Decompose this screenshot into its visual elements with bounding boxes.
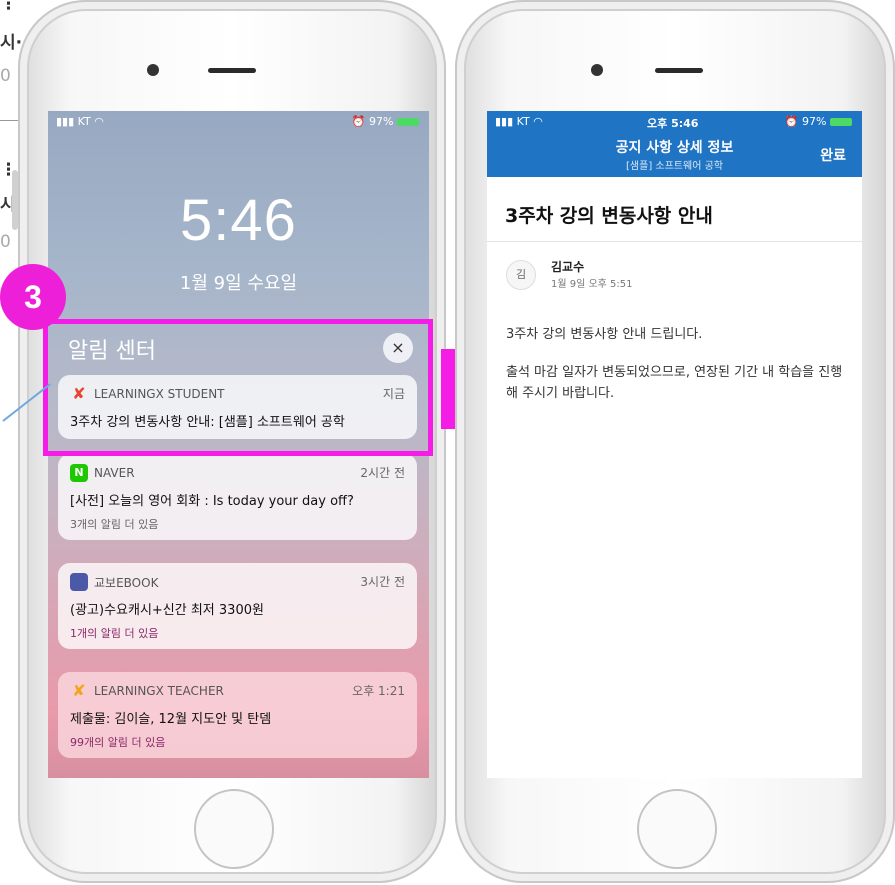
status-battery: ⏰ 97%	[352, 115, 419, 128]
header-title: 공지 사항 상세 정보	[615, 140, 734, 156]
lock-date: 1월 9일 수요일	[179, 273, 298, 294]
speaker-grille	[655, 68, 703, 73]
notification-app: N NAVER	[70, 464, 135, 482]
status-carrier: ▮▮▮ KT ◠	[495, 115, 543, 128]
status-battery: ⏰ 97%	[785, 115, 852, 128]
highlight-box	[43, 319, 433, 456]
avatar: 김	[506, 260, 536, 290]
author-name: 김교수	[551, 260, 585, 274]
notification-more: 1개의 알림 더 있음	[70, 627, 159, 640]
volume-button	[12, 170, 18, 230]
notice-detail-screen: ▮▮▮ KT ◠ 오후 5:46 ⏰ 97% 공지 사항 상세 정보 [샘플] …	[487, 111, 862, 778]
notice-body-line2: 출석 마감 일자가 변동되었으므로, 연장된 기간 내 학습을 진행해 주시기 …	[506, 365, 843, 401]
wifi-icon: ◠	[533, 115, 543, 128]
step-badge: 3	[0, 264, 66, 330]
battery-icon	[830, 118, 852, 126]
signal-icon: ▮▮▮	[495, 115, 514, 128]
notice-body-line1: 3주차 강의 변동사항 안내 드립니다.	[506, 327, 703, 342]
status-time: 오후 5:46	[647, 117, 699, 130]
home-button[interactable]	[194, 789, 274, 869]
notification-more: 99개의 알림 더 있음	[70, 736, 166, 749]
camera-icon	[591, 64, 603, 76]
notification-time: 오후 1:21	[352, 684, 405, 698]
alarm-icon: ⏰	[351, 115, 366, 128]
signal-icon: ▮▮▮	[56, 115, 75, 128]
naver-icon: N	[70, 464, 88, 482]
notification-message: (광고)수요캐시+신간 최저 3300원	[70, 603, 264, 618]
notification-more: 3개의 알림 더 있음	[70, 518, 159, 531]
battery-icon	[397, 118, 419, 126]
fragment-count: 0	[0, 66, 11, 86]
lock-time: 5:46	[180, 188, 297, 253]
notification-message: 제출물: 김이슬, 12월 지도안 및 탄뎀	[70, 712, 272, 727]
fragment-text: 시·	[0, 33, 23, 53]
notification-time: 3시간 전	[360, 575, 405, 589]
speaker-grille	[208, 68, 256, 73]
notice-title: 3주차 강의 변동사항 안내	[505, 205, 713, 227]
notice-header: ▮▮▮ KT ◠ 오후 5:46 ⏰ 97% 공지 사항 상세 정보 [샘플] …	[487, 111, 862, 177]
camera-icon	[147, 64, 159, 76]
fragment-divider	[0, 120, 20, 121]
notification-time: 2시간 전	[360, 466, 405, 480]
title-divider	[487, 241, 862, 242]
fragment-menu-dots: ⋮	[0, 0, 17, 14]
done-button[interactable]: 완료	[820, 145, 846, 165]
notification-app: ✘ LEARNINGX TEACHER	[70, 682, 224, 700]
status-carrier: ▮▮▮ KT ◠	[56, 115, 104, 128]
learningx-teacher-icon: ✘	[72, 681, 86, 700]
fragment-count: 0	[0, 232, 11, 252]
notification-learningx-teacher[interactable]: ✘ LEARNINGX TEACHER 오후 1:21 제출물: 김이슬, 12…	[58, 672, 417, 758]
posted-date: 1월 9일 오후 5:51	[551, 279, 633, 290]
notification-naver[interactable]: N NAVER 2시간 전 [사전] 오늘의 영어 회화 : Is today …	[58, 454, 417, 540]
header-subtitle: [샘플] 소프트웨어 공학	[626, 161, 723, 172]
notification-app: 교보EBOOK	[70, 573, 158, 591]
alarm-icon: ⏰	[784, 115, 799, 128]
home-button[interactable]	[637, 789, 717, 869]
notification-kyobo[interactable]: 교보EBOOK 3시간 전 (광고)수요캐시+신간 최저 3300원 1개의 알…	[58, 563, 417, 649]
notification-message: [사전] 오늘의 영어 회화 : Is today your day off?	[70, 494, 354, 509]
kyobo-ebook-icon	[70, 573, 88, 591]
wifi-icon: ◠	[94, 115, 104, 128]
